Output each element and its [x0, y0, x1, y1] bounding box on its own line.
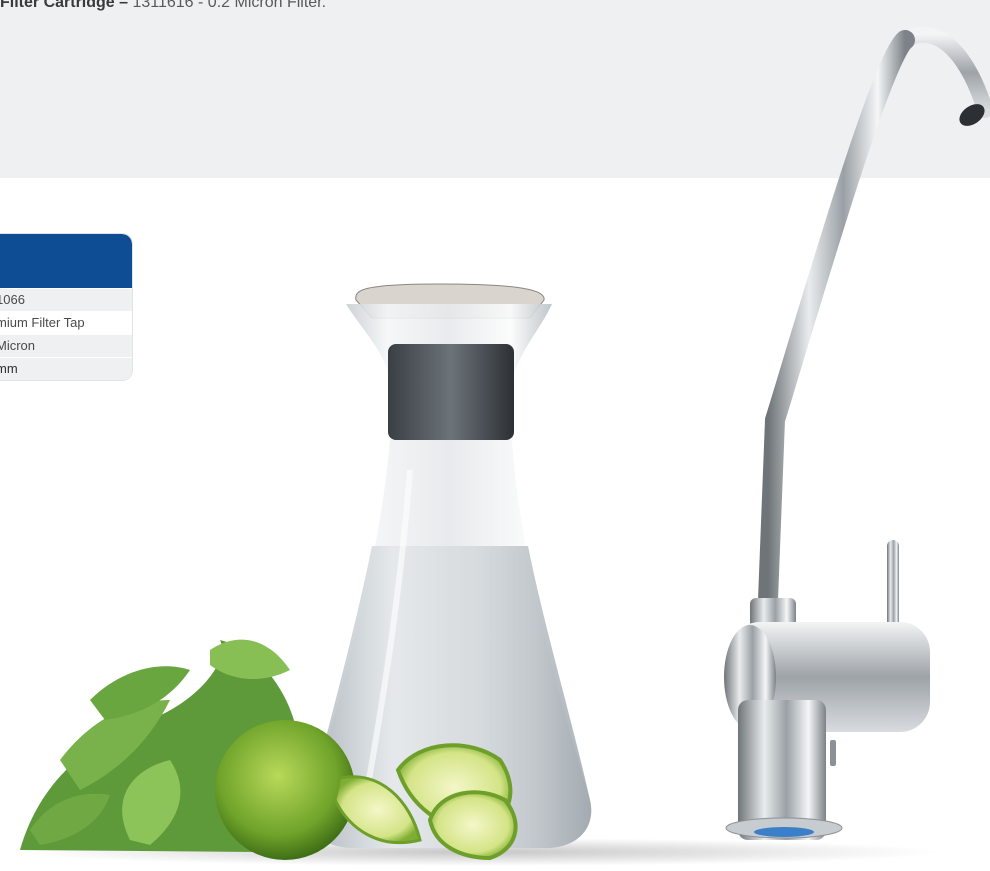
product-illustration — [20, 26, 990, 866]
chrome-filter-tap — [724, 26, 990, 840]
